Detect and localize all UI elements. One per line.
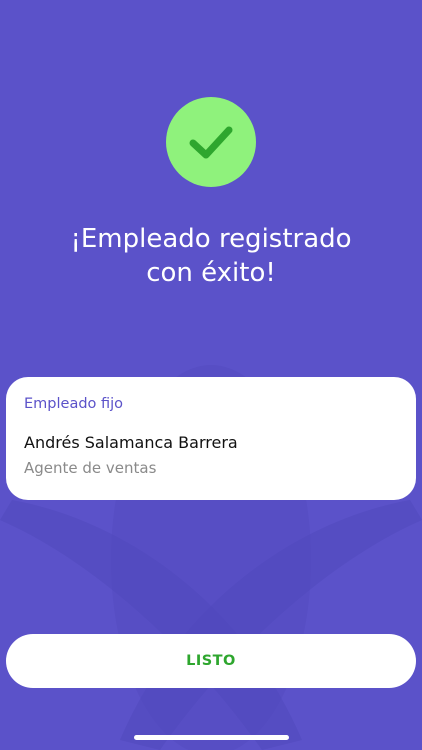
done-button[interactable]: LISTO: [6, 634, 416, 688]
success-badge: [166, 97, 256, 187]
check-icon: [189, 126, 233, 159]
employee-card: Empleado fijo Andrés Salamanca Barrera A…: [6, 377, 416, 500]
employee-type: Empleado fijo: [24, 396, 124, 412]
success-title-line-2: con éxito!: [146, 258, 276, 288]
home-indicator[interactable]: [134, 735, 289, 740]
success-title: ¡Empleado registrado con éxito!: [20, 222, 402, 290]
success-title-line-1: ¡Empleado registrado: [70, 224, 352, 254]
employee-role: Agente de ventas: [24, 459, 157, 477]
employee-name: Andrés Salamanca Barrera: [24, 433, 238, 452]
